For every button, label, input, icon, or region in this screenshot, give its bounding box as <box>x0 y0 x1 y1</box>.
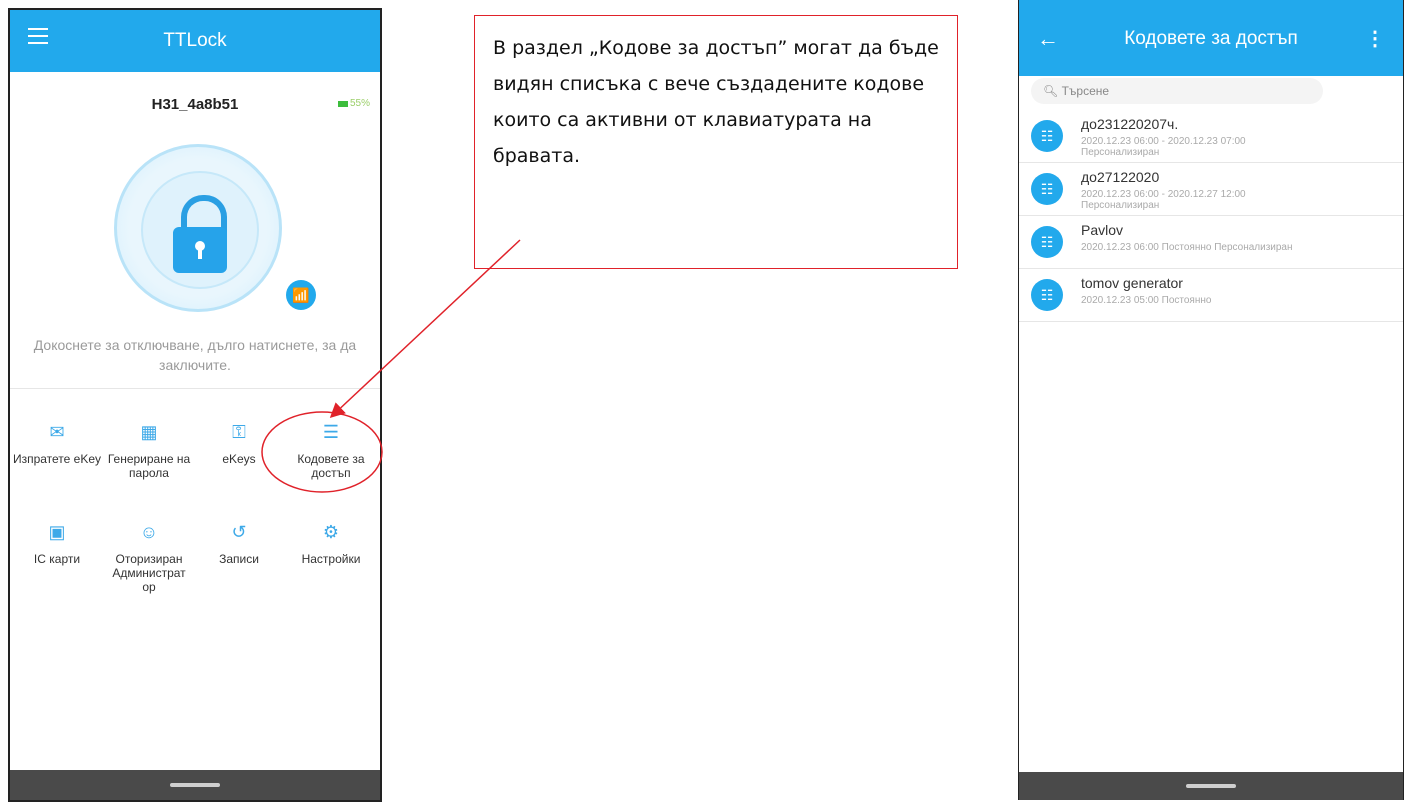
battery-level: 55% <box>349 98 370 109</box>
passcode-details: 2020.12.23 06:00 Постоянно Персонализира… <box>1081 242 1293 253</box>
keypad-icon: ☷ <box>1031 120 1063 152</box>
passcodes-header: ← Кодовете за достъп ⋮ <box>1019 0 1403 76</box>
keypad-icon: ☷ <box>1031 279 1063 311</box>
grid-label: eKeys <box>222 452 256 466</box>
navigation-bar <box>10 770 380 800</box>
list-item[interactable]: ☷ tomov generator 2020.12.23 05:00 Посто… <box>1019 269 1403 322</box>
divider <box>10 388 380 389</box>
send-ekey-icon: ✉ <box>49 422 65 442</box>
records-button[interactable]: ↺ Записи <box>194 520 284 566</box>
search-input[interactable]: 🔍︎ Търсене <box>1031 78 1323 104</box>
grid-label: Изпратете eKey <box>12 452 102 466</box>
authorized-admin-button[interactable]: ☺ Оторизиран Администрат ор <box>104 520 194 594</box>
passcode-details: 2020.12.23 06:00 - 2020.12.23 07:00 Персо… <box>1081 136 1246 158</box>
ic-card-icon: ▣ <box>48 522 66 542</box>
list-item[interactable]: ☷ до231220207ч. 2020.12.23 06:00 - 2020.… <box>1019 110 1403 163</box>
passcode-name: Pavlov <box>1081 222 1124 238</box>
passcode-details: 2020.12.23 06:00 - 2020.12.27 12:00 Персо… <box>1081 189 1246 211</box>
grid-label: Записи <box>219 552 259 566</box>
page-title: Кодовете за достъп <box>1124 28 1298 49</box>
list-item[interactable]: ☷ до27122020 2020.12.23 06:00 - 2020.12.… <box>1019 163 1403 216</box>
generate-password-button[interactable]: ▦ Генериране на парола <box>104 420 194 480</box>
annotation-callout: В раздел „Кодове за достъп” могат да бъд… <box>474 15 958 269</box>
left-phone-screen: TTLock H31_4a8b51 55% 📶 Докоснете за отк… <box>8 8 382 802</box>
passcode-name: tomov generator <box>1081 275 1183 291</box>
settings-icon: ⚙ <box>322 522 340 542</box>
more-options-icon[interactable]: ⋮ <box>1365 26 1385 51</box>
app-header: TTLock <box>10 10 380 72</box>
battery-indicator: 55% <box>337 98 370 109</box>
passcode-details: 2020.12.23 05:00 Постоянно <box>1081 295 1212 306</box>
unlock-button[interactable] <box>114 144 282 312</box>
unlock-hint: Докоснете за отключване, дълго натиснете… <box>33 337 357 373</box>
records-icon: ↺ <box>231 522 247 542</box>
ic-cards-button[interactable]: ▣ IC карти <box>12 520 102 566</box>
list-item[interactable]: ☷ Pavlov 2020.12.23 06:00 Постоянно Перс… <box>1019 216 1403 269</box>
passcodes-button[interactable]: ☰ Кодовете за достъп <box>286 420 376 480</box>
grid-label: Настройки <box>301 552 361 566</box>
right-phone-screen: ← Кодовете за достъп ⋮ 🔍︎ Търсене ☷ до23… <box>1018 0 1404 800</box>
grid-label: Генериране на парола <box>107 452 191 480</box>
battery-icon <box>337 100 348 107</box>
home-indicator[interactable] <box>170 783 220 787</box>
passcode-name: до27122020 <box>1081 169 1160 185</box>
admin-icon: ☺ <box>139 522 159 542</box>
keypad-icon: ☷ <box>1031 173 1063 205</box>
ekeys-icon: ⚿ <box>232 422 246 442</box>
search-placeholder: Търсене <box>1061 84 1110 98</box>
remote-unlock-button[interactable]: 📶 <box>286 280 316 310</box>
passcode-list: ☷ до231220207ч. 2020.12.23 06:00 - 2020.… <box>1019 110 1403 322</box>
passcode-name: до231220207ч. <box>1081 116 1179 132</box>
send-ekey-button[interactable]: ✉ Изпратете eKey <box>12 420 102 466</box>
app-title: TTLock <box>163 30 227 51</box>
navigation-bar <box>1019 772 1403 800</box>
settings-button[interactable]: ⚙ Настройки <box>286 520 376 566</box>
grid-label: IC карти <box>33 552 81 566</box>
grid-label: Оторизиран Администрат ор <box>112 552 186 594</box>
lock-name: H31_4a8b51 <box>151 96 239 113</box>
generate-password-icon: ▦ <box>140 422 158 442</box>
passcodes-icon: ☰ <box>322 422 340 442</box>
keypad-icon: ☷ <box>1031 226 1063 258</box>
lock-icon <box>141 171 259 289</box>
search-icon: 🔍︎ <box>1043 84 1059 98</box>
grid-label: Кодовете за достъп <box>297 452 365 480</box>
ekeys-button[interactable]: ⚿ eKeys <box>194 420 284 466</box>
home-indicator[interactable] <box>1186 784 1236 788</box>
